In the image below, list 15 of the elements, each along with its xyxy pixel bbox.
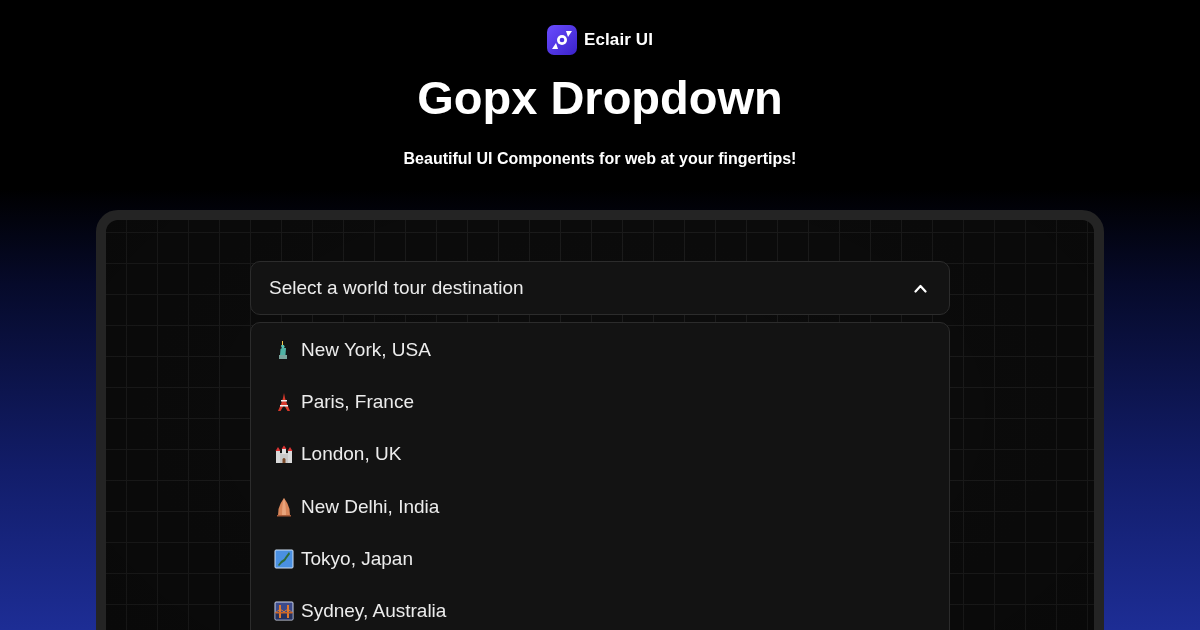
dropdown-option[interactable]: New York, USA (251, 324, 949, 377)
map-icon (274, 548, 294, 569)
dropdown-option[interactable]: London, UK (251, 428, 949, 481)
dropdown-option[interactable]: Sydney, Australia (251, 584, 949, 630)
page-subtitle: Beautiful UI Components for web at your fingertips! (403, 149, 797, 169)
castle-icon (274, 444, 294, 465)
dropdown-option[interactable]: New Delhi, India (251, 480, 949, 533)
logo-icon (547, 25, 578, 55)
page-title: Gopx Dropdown (417, 70, 783, 126)
dropdown-trigger[interactable]: Select a world tour destination (250, 261, 950, 315)
dropdown-option[interactable]: Tokyo, Japan (251, 532, 949, 585)
temple-icon (274, 496, 294, 517)
brand-name: Eclair UI (584, 30, 653, 50)
bridge-icon (274, 601, 294, 622)
dropdown-option[interactable]: Paris, France (251, 376, 949, 429)
